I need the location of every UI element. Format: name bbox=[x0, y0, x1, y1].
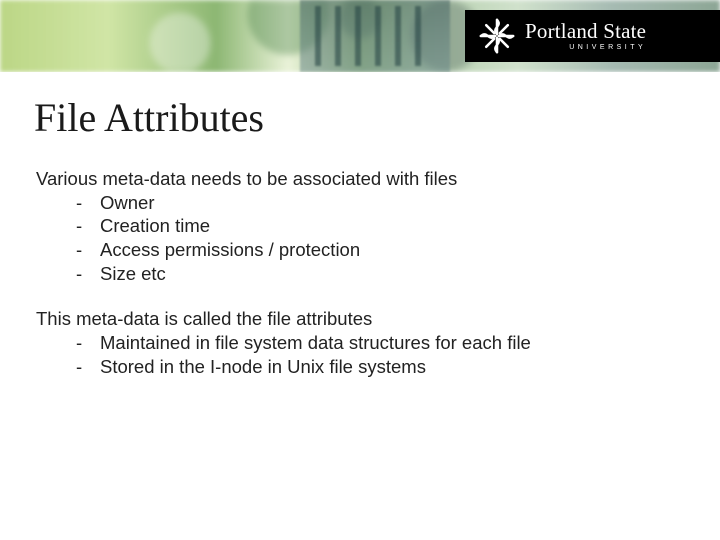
list-item: Creation time bbox=[36, 214, 684, 238]
list-item: Size etc bbox=[36, 262, 684, 286]
logo-sub-text: UNIVERSITY bbox=[525, 44, 646, 51]
banner-building bbox=[300, 0, 450, 72]
list-item: Maintained in file system data structure… bbox=[36, 331, 684, 355]
logo-wordmark: Portland State UNIVERSITY bbox=[525, 21, 646, 51]
logo-strip: Portland State UNIVERSITY bbox=[465, 10, 720, 62]
list-item: Owner bbox=[36, 191, 684, 215]
section-1: Various meta-data needs to be associated… bbox=[36, 167, 684, 285]
section-1-list: Owner Creation time Access permissions /… bbox=[36, 191, 684, 286]
section-2: This meta-data is called the file attrib… bbox=[36, 307, 684, 378]
section-2-intro: This meta-data is called the file attrib… bbox=[36, 307, 684, 331]
slide-body: Various meta-data needs to be associated… bbox=[36, 167, 684, 378]
list-item: Access permissions / protection bbox=[36, 238, 684, 262]
header-banner: Portland State UNIVERSITY bbox=[0, 0, 720, 72]
psu-logo-icon bbox=[479, 18, 515, 54]
slide-title: File Attributes bbox=[34, 94, 720, 141]
section-2-list: Maintained in file system data structure… bbox=[36, 331, 684, 378]
section-1-intro: Various meta-data needs to be associated… bbox=[36, 167, 684, 191]
logo-main-text: Portland State bbox=[525, 21, 646, 42]
list-item: Stored in the I-node in Unix file system… bbox=[36, 355, 684, 379]
slide: Portland State UNIVERSITY File Attribute… bbox=[0, 0, 720, 540]
